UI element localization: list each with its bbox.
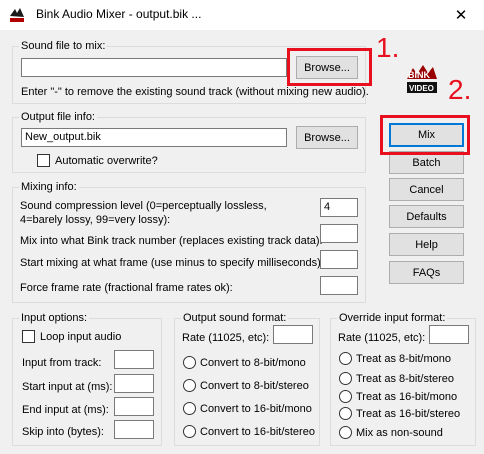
radio-convert-16bit-mono[interactable]	[183, 402, 196, 415]
radio-convert-16bit-mono-label: Convert to 16-bit/mono	[200, 403, 312, 415]
track-number-label: Mix into what Bink track number (replace…	[20, 235, 323, 247]
bink-app-icon	[9, 7, 25, 23]
automatic-overwrite-checkbox[interactable]	[37, 154, 50, 167]
radio-convert-8bit-stereo-label: Convert to 8-bit/stereo	[200, 380, 309, 392]
radio-treat-8bit-mono[interactable]	[339, 352, 352, 365]
step-2-annotation: 2.	[448, 74, 472, 105]
override-input-format-group-label: Override input format:	[337, 311, 448, 325]
output-rate-label: Rate (11025, etc):	[182, 332, 270, 344]
compression-level-input[interactable]: 4	[320, 198, 358, 217]
output-sound-format-group-label: Output sound format:	[181, 311, 289, 325]
skip-into-label: Skip into (bytes):	[22, 426, 104, 438]
skip-into-input[interactable]	[114, 420, 154, 439]
sound-file-group-label: Sound file to mix:	[19, 39, 108, 53]
loop-input-checkbox[interactable]	[22, 330, 35, 343]
frame-rate-label: Force frame rate (fractional frame rates…	[20, 282, 233, 294]
title-bar: Bink Audio Mixer - output.bik ... ✕	[0, 0, 484, 30]
step-1-annotation: 1.	[376, 32, 400, 63]
sound-file-input[interactable]	[21, 58, 287, 77]
output-file-group-label: Output file info:	[19, 110, 97, 124]
logo-text-bink: BINK	[408, 70, 430, 80]
mixing-info-group-label: Mixing info:	[19, 180, 79, 194]
radio-treat-8bit-stereo-label: Treat as 8-bit/stereo	[356, 373, 455, 385]
sound-file-hint: Enter "-" to remove the existing sound t…	[21, 86, 369, 98]
output-file-input[interactable]: New_output.bik	[21, 128, 287, 147]
radio-convert-8bit-mono-label: Convert to 8-bit/mono	[200, 357, 306, 369]
defaults-button[interactable]: Defaults	[389, 205, 464, 228]
start-input-label: Start input at (ms):	[22, 381, 113, 393]
cancel-button[interactable]: Cancel	[389, 178, 464, 201]
track-number-input[interactable]	[320, 224, 358, 243]
faqs-button[interactable]: FAQs	[389, 261, 464, 284]
logo-text-video: VIDEO	[409, 84, 434, 93]
radio-treat-16bit-mono-label: Treat as 16-bit/mono	[356, 391, 458, 403]
radio-convert-16bit-stereo-label: Convert to 16-bit/stereo	[200, 426, 315, 438]
radio-convert-8bit-stereo[interactable]	[183, 379, 196, 392]
radio-mix-as-non-sound-label: Mix as non-sound	[356, 427, 443, 439]
mix-highlight-box	[380, 115, 470, 155]
radio-treat-16bit-stereo-label: Treat as 16-bit/stereo	[356, 408, 461, 420]
window-title: Bink Audio Mixer - output.bik ...	[36, 7, 202, 21]
radio-treat-8bit-stereo[interactable]	[339, 372, 352, 385]
output-file-browse-button[interactable]: Browse...	[296, 126, 358, 149]
radio-convert-16bit-stereo[interactable]	[183, 425, 196, 438]
output-rate-input[interactable]	[273, 325, 313, 344]
radio-treat-16bit-mono[interactable]	[339, 390, 352, 403]
browse-highlight-box	[287, 48, 372, 86]
end-input-label: End input at (ms):	[22, 404, 109, 416]
automatic-overwrite-label: Automatic overwrite?	[55, 155, 158, 167]
start-frame-input[interactable]	[320, 250, 358, 269]
start-input-input[interactable]	[114, 374, 154, 393]
compression-level-label: Sound compression level (0=perceptually …	[20, 200, 267, 226]
help-button[interactable]: Help	[389, 233, 464, 256]
input-options-group-label: Input options:	[19, 311, 90, 325]
frame-rate-input[interactable]	[320, 276, 358, 295]
close-icon[interactable]: ✕	[438, 0, 484, 30]
radio-treat-16bit-stereo[interactable]	[339, 407, 352, 420]
radio-convert-8bit-mono[interactable]	[183, 356, 196, 369]
loop-input-label: Loop input audio	[40, 331, 122, 343]
end-input-input[interactable]	[114, 397, 154, 416]
radio-mix-as-non-sound[interactable]	[339, 426, 352, 439]
radio-treat-8bit-mono-label: Treat as 8-bit/mono	[356, 353, 451, 365]
bink-video-logo: BINK VIDEO	[407, 65, 437, 93]
input-from-track-label: Input from track:	[22, 357, 102, 369]
override-rate-label: Rate (11025, etc):	[338, 332, 426, 344]
input-from-track-input[interactable]	[114, 350, 154, 369]
start-frame-label: Start mixing at what frame (use minus to…	[20, 257, 324, 269]
override-rate-input[interactable]	[429, 325, 469, 344]
